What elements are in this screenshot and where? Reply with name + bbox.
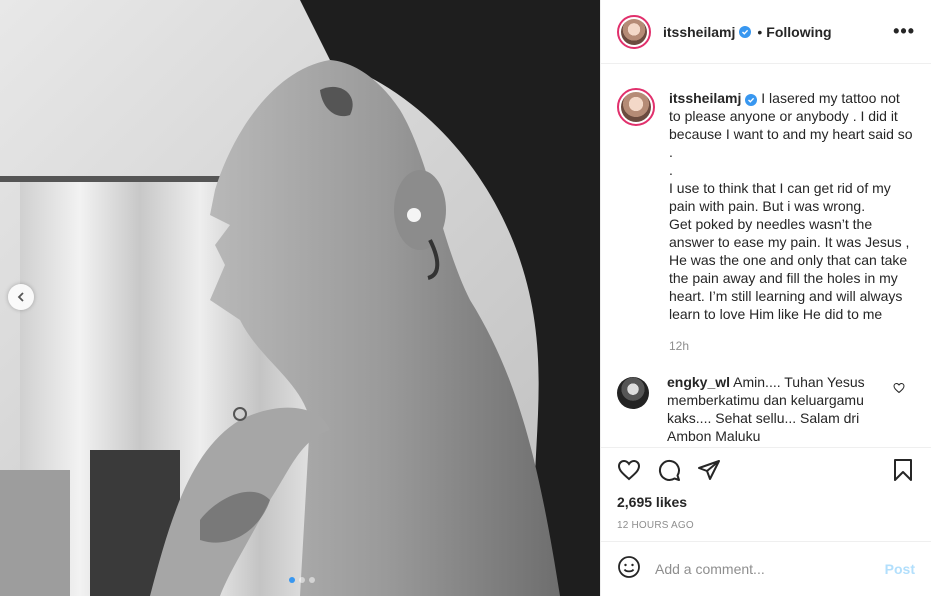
action-icons [617, 448, 915, 496]
post-side-panel: itssheilamj • Following ••• itssheilamj … [600, 0, 931, 596]
likes-count[interactable]: 2,695 likes [617, 494, 915, 510]
share-paper-plane-icon[interactable] [697, 458, 721, 487]
avatar-image [621, 92, 651, 122]
caption-avatar[interactable] [617, 88, 655, 126]
caption-text: itssheilamj I lasered my tattoo not to p… [669, 89, 914, 323]
caption-username[interactable]: itssheilamj [669, 90, 741, 106]
caption-body: I lasered my tattoo not to please anyone… [669, 90, 913, 322]
comment-item: engky_wl Amin.... Tuhan Yesus memberkati… [617, 373, 915, 445]
emoji-smiley-icon[interactable] [617, 555, 641, 584]
comment-input[interactable] [655, 561, 885, 577]
post-comment-button[interactable]: Post [885, 561, 915, 577]
comments-section[interactable]: itssheilamj I lasered my tattoo not to p… [601, 64, 931, 447]
carousel-prev-button[interactable] [8, 284, 34, 310]
avatar-image [621, 18, 647, 45]
verified-badge-icon [745, 94, 758, 106]
carousel-indicator [289, 577, 315, 583]
comment-bubble-icon[interactable] [657, 458, 681, 487]
add-comment-bar: Post [601, 541, 931, 596]
post-photo[interactable] [0, 0, 600, 596]
following-button[interactable]: Following [766, 24, 831, 40]
comment-text: engky_wl Amin.... Tuhan Yesus memberkati… [667, 373, 877, 445]
author-avatar[interactable] [617, 14, 651, 49]
carousel-dot [289, 577, 295, 583]
post-timestamp[interactable]: 12 HOURS AGO [617, 520, 915, 531]
like-heart-icon[interactable] [617, 458, 641, 487]
comment-like-heart-icon[interactable] [893, 381, 905, 399]
post-header: itssheilamj • Following ••• [601, 0, 931, 64]
save-bookmark-icon[interactable] [891, 458, 915, 487]
header-separator: • [757, 23, 763, 40]
carousel-dot [309, 577, 315, 583]
verified-badge-icon [739, 25, 752, 38]
caption-time[interactable]: 12h [669, 339, 915, 353]
carousel-dot [299, 577, 305, 583]
commenter-username[interactable]: engky_wl [667, 374, 730, 390]
author-username[interactable]: itssheilamj [663, 24, 735, 40]
post-image [0, 0, 600, 596]
commenter-avatar[interactable] [617, 377, 649, 409]
more-options-icon[interactable]: ••• [893, 21, 915, 42]
post-actions: 2,695 likes 12 HOURS AGO [601, 447, 931, 531]
chevron-left-icon [17, 292, 24, 302]
caption: itssheilamj I lasered my tattoo not to p… [617, 80, 915, 323]
